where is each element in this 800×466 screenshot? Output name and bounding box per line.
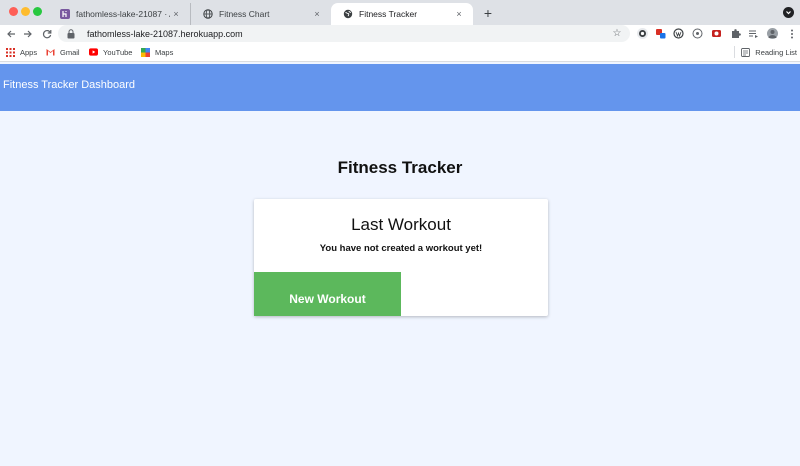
browser-tab-heroku[interactable]: fathomless-lake-21087 · Activi × [48,3,190,25]
new-tab-button[interactable]: + [480,4,496,22]
empty-state-message: You have not created a workout yet! [319,243,483,254]
more-menu-icon[interactable] [784,25,800,42]
bookmark-apps[interactable]: Apps [6,46,37,58]
navbar: Fitness Tracker Dashboard [0,64,800,111]
extension-icon[interactable] [692,28,703,39]
window-minimize-button[interactable] [21,7,30,16]
browser-tab-fitness-tracker[interactable]: Fitness Tracker × [331,3,473,25]
youtube-icon [89,48,98,57]
avatar[interactable] [767,28,778,39]
heroku-icon [60,9,70,19]
address-bar[interactable]: fathomless-lake-21087.herokuapp.com ☆ [58,25,630,42]
translate-extension-icon[interactable] [655,28,666,39]
new-workout-button[interactable]: New Workout [254,272,401,316]
browser-tab-strip: fathomless-lake-21087 · Activi × Fitness… [0,0,800,25]
browser-tab-fitness-chart[interactable]: Fitness Chart × [190,3,331,25]
globe-icon [203,9,213,19]
gmail-icon [46,48,55,57]
tab-search-icon[interactable] [783,7,794,18]
forward-icon[interactable] [20,25,36,42]
bookmark-maps[interactable]: Maps [141,46,173,58]
close-icon[interactable]: × [453,9,465,19]
bookmarks-bar: Apps Gmail YouTube Maps Reading List [0,42,800,62]
close-icon[interactable]: × [170,9,182,19]
last-workout-card: Last Workout You have not created a work… [254,199,548,316]
lock-icon[interactable] [67,28,77,39]
extension-icon[interactable] [637,28,648,39]
tab-title: fathomless-lake-21087 · Activi [76,9,170,19]
apps-grid-icon [6,47,15,57]
reload-icon[interactable] [39,25,55,42]
window-zoom-button[interactable] [33,7,42,16]
bookmark-label: Maps [155,47,174,57]
maps-icon [141,47,150,57]
globe-icon [343,9,353,19]
bookmark-youtube[interactable]: YouTube [89,46,132,58]
bookmark-label: YouTube [103,47,133,57]
close-icon[interactable]: × [311,9,323,19]
tab-title: Fitness Tracker [359,9,418,19]
wordpress-icon[interactable] [673,28,684,39]
back-icon[interactable] [3,25,19,42]
reading-list-icon [741,47,751,57]
media-queue-icon[interactable] [748,28,759,39]
card-title: Last Workout [351,215,451,234]
navbar-brand[interactable]: Fitness Tracker Dashboard [3,79,135,91]
reading-list-button[interactable]: Reading List [734,46,797,58]
page-title: Fitness Tracker [337,158,463,177]
extension-icon[interactable] [711,28,722,39]
url-text[interactable]: fathomless-lake-21087.herokuapp.com [87,29,610,39]
window-close-button[interactable] [9,7,18,16]
puzzle-piece-icon[interactable] [730,28,741,39]
bookmark-gmail[interactable]: Gmail [46,46,80,58]
bookmark-label: Gmail [60,47,80,57]
bookmark-label: Apps [20,47,38,57]
browser-toolbar: fathomless-lake-21087.herokuapp.com ☆ [0,25,800,42]
bookmark-star-icon[interactable]: ☆ [610,28,624,39]
tab-title: Fitness Chart [219,9,270,19]
reading-list-label: Reading List [755,47,797,57]
